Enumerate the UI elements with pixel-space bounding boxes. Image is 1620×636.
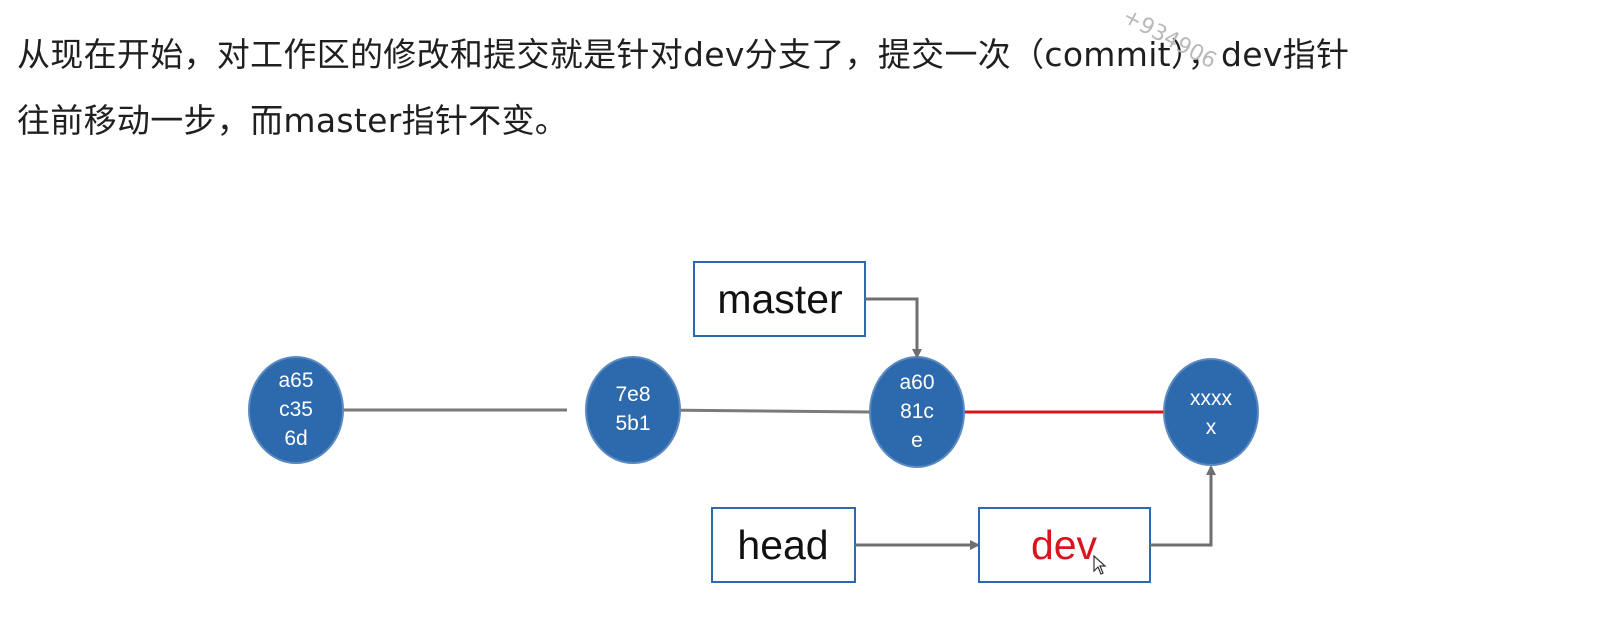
- mouse-cursor-icon: [1093, 555, 1107, 575]
- commit-3-line-2: 81c: [900, 400, 934, 423]
- master-arrow: [865, 297, 922, 359]
- commit-node-4: xxxx x: [1163, 358, 1259, 466]
- dev-arrow: [1150, 465, 1216, 547]
- commit-node-2: 7e8 5b1: [585, 356, 681, 464]
- commit-4-line-1: xxxx: [1190, 387, 1233, 410]
- head-label: head: [737, 522, 828, 568]
- git-branch-diagram: a65 c35 6d 7e8 5b1 a60 81c e xxxx x mast…: [248, 261, 1259, 583]
- commit-1-line-1: a65: [278, 369, 313, 392]
- commit-link-2-3: [655, 408, 871, 414]
- dev-label: dev: [1031, 522, 1098, 568]
- commit-3-line-1: a60: [899, 371, 934, 394]
- commit-4-line-2: x: [1206, 416, 1217, 439]
- commit-node-1: a65 c35 6d: [248, 356, 344, 464]
- commit-2-line-2: 5b1: [615, 412, 650, 435]
- dev-pointer: dev: [978, 507, 1151, 583]
- commit-1-line-3: 6d: [284, 427, 307, 450]
- commit-node-3: a60 81c e: [869, 356, 965, 468]
- commit-1-line-2: c35: [279, 398, 313, 421]
- head-pointer: head: [711, 507, 856, 583]
- master-pointer: master: [693, 261, 866, 337]
- commit-3-line-3: e: [911, 429, 923, 452]
- commit-2-line-1: 7e8: [615, 383, 650, 406]
- master-label: master: [717, 276, 842, 322]
